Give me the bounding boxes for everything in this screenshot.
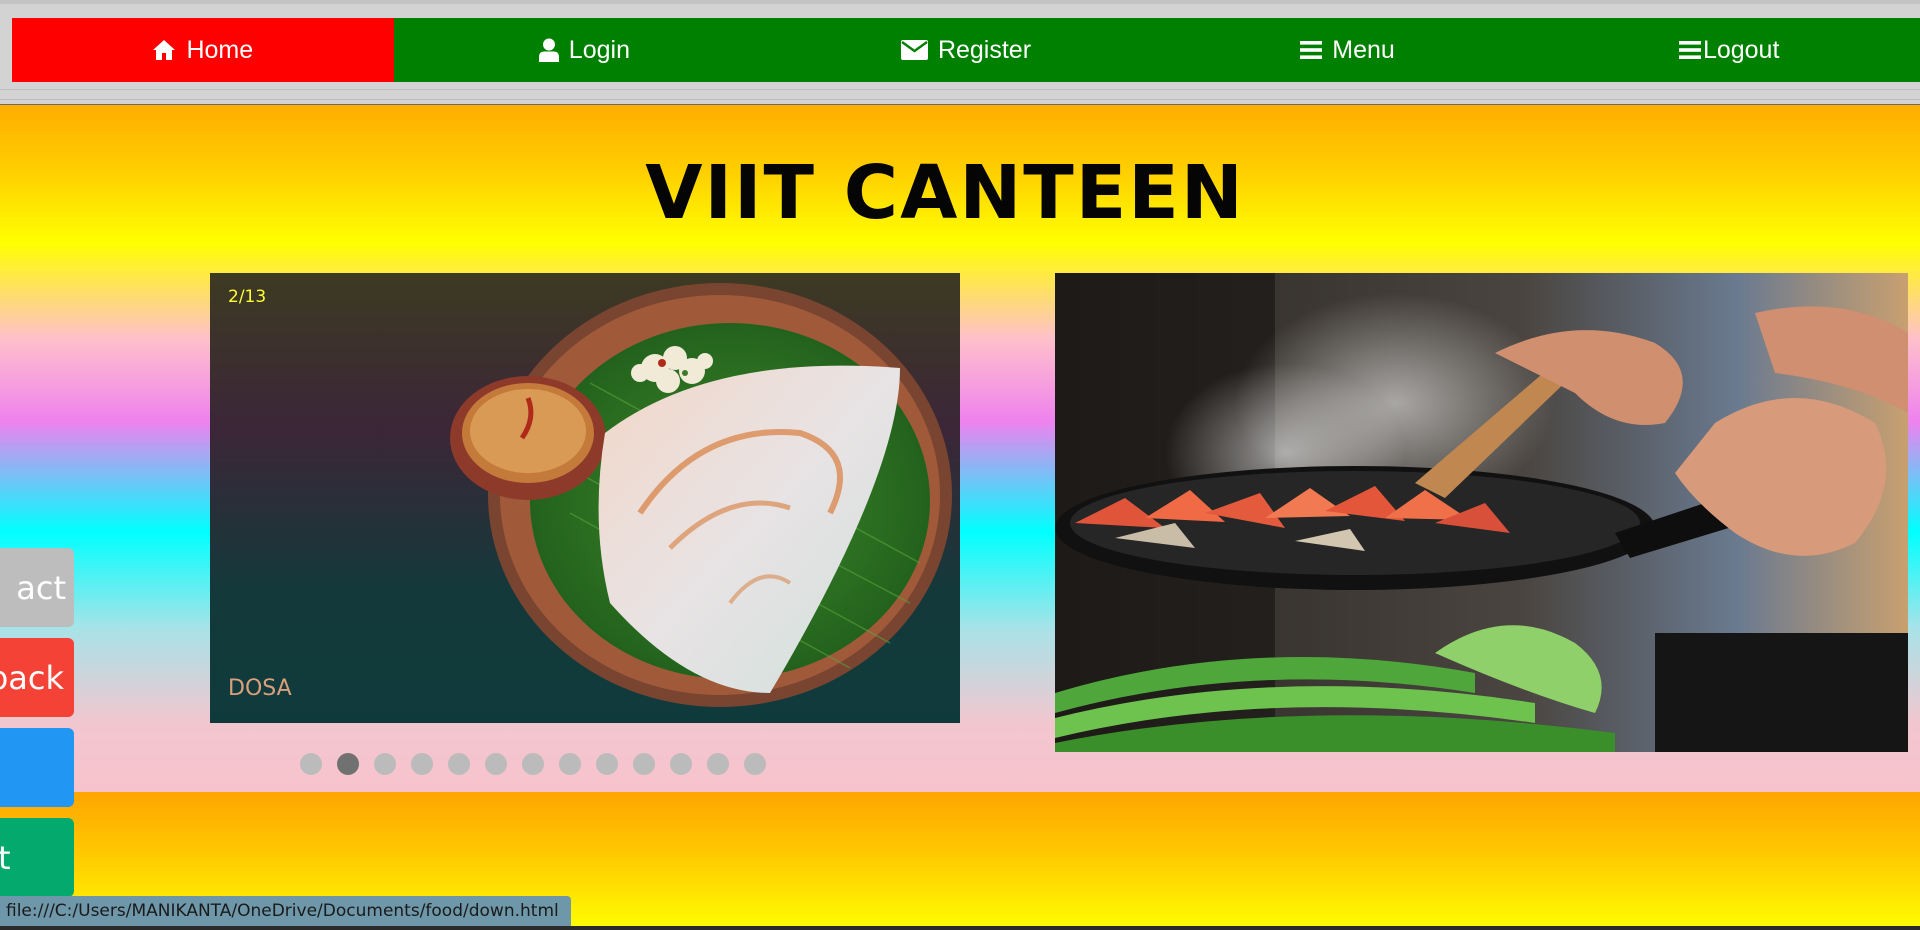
top-navigation-area: Home Login Register Menu Logout: [0, 0, 1920, 104]
slide-dot[interactable]: [744, 753, 766, 775]
browser-status-bar: file:///C:/Users/MANIKANTA/OneDrive/Docu…: [0, 896, 571, 926]
feedback-side-button-label: back: [0, 658, 64, 697]
page-title: VIIT CANTEEN: [645, 150, 1245, 236]
status-url: file:///C:/Users/MANIKANTA/OneDrive/Docu…: [6, 901, 559, 921]
nav-login-label: Login: [568, 35, 630, 64]
cooking-photo: [1055, 273, 1908, 752]
dosa-photo: [210, 273, 960, 723]
side-button-blue[interactable]: [0, 728, 74, 807]
side-button-green[interactable]: t: [0, 818, 74, 897]
envelope-icon: [900, 40, 928, 60]
nav-login-link[interactable]: Login: [394, 18, 776, 82]
nav-logout-link[interactable]: Logout: [1538, 18, 1920, 82]
feedback-side-button[interactable]: back: [0, 638, 74, 717]
slide-dot[interactable]: [300, 753, 322, 775]
contact-side-button[interactable]: act: [0, 548, 74, 627]
contact-side-button-label: act: [16, 568, 66, 607]
slide-dot-active[interactable]: [337, 753, 359, 775]
nav-menu-link[interactable]: Menu: [1157, 18, 1539, 82]
cooking-pan-image: [1055, 273, 1908, 752]
divider: [0, 99, 1920, 100]
slide-counter: 2/13: [228, 287, 267, 307]
bars-icon: [1300, 40, 1323, 60]
nav-register-label: Register: [937, 35, 1032, 64]
divider: [0, 89, 1920, 90]
slide-dot[interactable]: [559, 753, 581, 775]
slide-dot[interactable]: [448, 753, 470, 775]
nav-menu-label: Menu: [1332, 35, 1395, 64]
nav-home-link[interactable]: Home: [12, 18, 394, 82]
bars-icon: [1678, 40, 1701, 60]
slide-indicators: [300, 753, 766, 775]
slide-dot[interactable]: [707, 753, 729, 775]
food-slideshow: 2/13 DOSA: [210, 273, 960, 723]
slide-dot[interactable]: [374, 753, 396, 775]
slide-dot[interactable]: [596, 753, 618, 775]
window-bottom-edge: [0, 926, 1920, 930]
side-button-green-label: t: [0, 838, 11, 877]
nav-register-link[interactable]: Register: [775, 18, 1157, 82]
slide-dot[interactable]: [670, 753, 692, 775]
slide-dot[interactable]: [633, 753, 655, 775]
nav-logout-label: Logout: [1702, 35, 1780, 64]
slide-dot[interactable]: [411, 753, 433, 775]
slide-dot[interactable]: [522, 753, 544, 775]
nav-home-label: Home: [186, 35, 254, 64]
slide-dot[interactable]: [485, 753, 507, 775]
slide-caption: DOSA: [228, 676, 292, 701]
home-icon: [152, 39, 176, 61]
navbar: Home Login Register Menu Logout: [12, 18, 1920, 82]
user-icon: [538, 38, 559, 62]
